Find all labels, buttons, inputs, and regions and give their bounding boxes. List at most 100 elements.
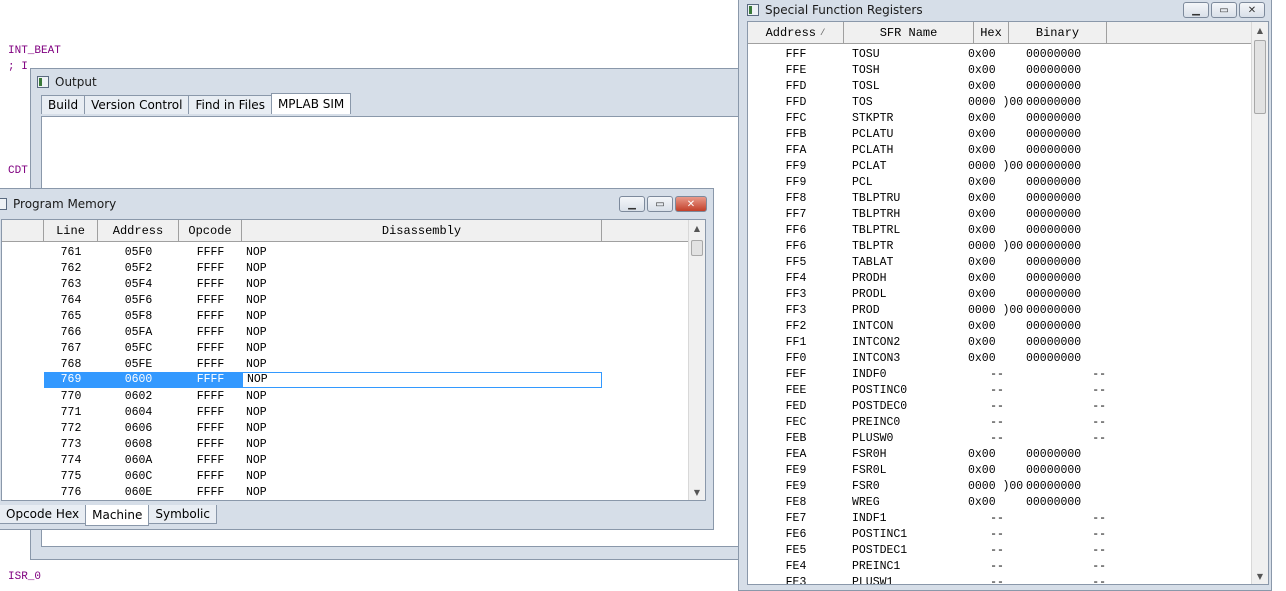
table-row[interactable]: FF9 PCLAT 0000 )00 00000000	[748, 158, 1248, 174]
table-row[interactable]: FE7 INDF1 -- --	[748, 510, 1248, 526]
minimize-button[interactable]: ▁	[1183, 2, 1209, 18]
sfr-name-cell: PLUSW0	[852, 431, 894, 445]
table-row[interactable]: FF5 TABLAT 0x00 00000000	[748, 254, 1248, 270]
table-row[interactable]: 769 0600 FFFF NOP	[2, 372, 692, 388]
table-row[interactable]: FF7 TBLPTRH 0x00 00000000	[748, 206, 1248, 222]
table-row[interactable]: FED POSTDEC0 -- --	[748, 398, 1248, 414]
table-row[interactable]: FEC PREINC0 -- --	[748, 414, 1248, 430]
table-row[interactable]: 768 05FE FFFF NOP	[2, 356, 692, 372]
vertical-scrollbar[interactable]: ▲ ▼	[688, 220, 705, 500]
table-row[interactable]: 772 0606 FFFF NOP	[2, 420, 692, 436]
table-row[interactable]: FF2 INTCON 0x00 00000000	[748, 318, 1248, 334]
table-row[interactable]: 776 060E FFFF NOP	[2, 484, 692, 500]
table-row[interactable]: FF9 PCL 0x00 00000000	[748, 174, 1248, 190]
table-row[interactable]: 771 0604 FFFF NOP	[2, 404, 692, 420]
program-memory-titlebar[interactable]: Program Memory	[0, 193, 713, 215]
table-row[interactable]: 775 060C FFFF NOP	[2, 468, 692, 484]
binary-cell: 00000000	[1026, 143, 1082, 157]
table-row[interactable]: FF8 TBLPTRU 0x00 00000000	[748, 190, 1248, 206]
address-cell: FF3	[785, 287, 807, 301]
table-row[interactable]: FFD TOS 0000 )00 00000000	[748, 94, 1248, 110]
close-button[interactable]: ✕	[675, 196, 707, 212]
maximize-button[interactable]: ▭	[1211, 2, 1237, 18]
table-row[interactable]: 761 05F0 FFFF NOP	[2, 244, 692, 260]
address-cell: 05FC	[124, 341, 153, 355]
program-memory-grid[interactable]: Line Address Opcode Disassembly 761 05F0 F…	[1, 219, 706, 501]
hex-cell: 0x00	[968, 447, 996, 461]
close-button[interactable]: ✕	[1239, 2, 1265, 18]
table-row[interactable]: FE9 FSR0L 0x00 00000000	[748, 462, 1248, 478]
sfr-name-cell: FSR0H	[852, 447, 887, 461]
scroll-thumb[interactable]	[691, 240, 703, 256]
line-cell: 762	[60, 261, 82, 275]
column-header-line[interactable]: Line	[44, 220, 98, 241]
window-icon	[747, 4, 759, 16]
table-row[interactable]: FFB PCLATU 0x00 00000000	[748, 126, 1248, 142]
binary-cell: 00000000	[1026, 271, 1082, 285]
tab-machine[interactable]: Machine	[85, 505, 150, 526]
address-cell: FF0	[785, 351, 807, 365]
table-row[interactable]: FE5 POSTDEC1 -- --	[748, 542, 1248, 558]
scroll-up-arrow[interactable]: ▲	[1252, 22, 1268, 38]
scroll-down-arrow[interactable]: ▼	[1252, 568, 1268, 584]
column-header-address[interactable]: Address /	[748, 22, 844, 43]
tab-symbolic[interactable]: Symbolic	[148, 505, 217, 524]
column-header-address[interactable]: Address	[98, 220, 179, 241]
table-row[interactable]: FE6 POSTINC1 -- --	[748, 526, 1248, 542]
column-header-disassembly[interactable]: Disassembly	[242, 220, 602, 241]
output-titlebar[interactable]: Output	[31, 71, 739, 93]
table-row[interactable]: FF3 PROD 0000 )00 00000000	[748, 302, 1248, 318]
table-row[interactable]: FE9 FSR0 0000 )00 00000000	[748, 478, 1248, 494]
output-tabs: Build Version Control Find in Files MPLA…	[41, 93, 352, 114]
table-row[interactable]: FF6 TBLPTR 0000 )00 00000000	[748, 238, 1248, 254]
table-row[interactable]: 773 0608 FFFF NOP	[2, 436, 692, 452]
tab-mplab-sim[interactable]: MPLAB SIM	[270, 93, 352, 114]
editor-line: ISR_0	[8, 571, 42, 583]
sfr-name-cell: POSTINC1	[852, 527, 908, 541]
table-row[interactable]: FF4 PRODH 0x00 00000000	[748, 270, 1248, 286]
table-row[interactable]: FF1 INTCON2 0x00 00000000	[748, 334, 1248, 350]
table-row[interactable]: FE4 PREINC1 -- --	[748, 558, 1248, 574]
table-row[interactable]: 767 05FC FFFF NOP	[2, 340, 692, 356]
sfr-grid[interactable]: Address / SFR Name Hex Binary FFF TOSU 0x0…	[747, 21, 1269, 585]
sfr-name-cell: PROD	[852, 303, 880, 317]
tab-find-in-files[interactable]: Find in Files	[188, 95, 272, 114]
column-header-binary[interactable]: Binary	[1009, 22, 1107, 43]
minimize-button[interactable]: ▁	[619, 196, 645, 212]
table-row[interactable]: 765 05F8 FFFF NOP	[2, 308, 692, 324]
table-row[interactable]: FE8 WREG 0x00 00000000	[748, 494, 1248, 510]
table-row[interactable]: 764 05F6 FFFF NOP	[2, 292, 692, 308]
sfr-name-cell: PREINC1	[852, 559, 901, 573]
tab-version-control[interactable]: Version Control	[84, 95, 190, 114]
table-row[interactable]: FE3 PLUSW1 -- --	[748, 574, 1248, 585]
table-row[interactable]: FFD TOSL 0x00 00000000	[748, 78, 1248, 94]
column-header-hex[interactable]: Hex	[974, 22, 1009, 43]
table-row[interactable]: 774 060A FFFF NOP	[2, 452, 692, 468]
table-row[interactable]: FEE POSTINC0 -- --	[748, 382, 1248, 398]
scroll-thumb[interactable]	[1254, 40, 1266, 114]
scroll-down-arrow[interactable]: ▼	[689, 484, 705, 500]
table-row[interactable]: 763 05F4 FFFF NOP	[2, 276, 692, 292]
table-row[interactable]: FFF TOSU 0x00 00000000	[748, 46, 1248, 62]
sfr-name-cell: INTCON3	[852, 351, 901, 365]
table-row[interactable]: FFE TOSH 0x00 00000000	[748, 62, 1248, 78]
column-header-sfr-name[interactable]: SFR Name	[844, 22, 974, 43]
column-header-opcode[interactable]: Opcode	[179, 220, 242, 241]
table-row[interactable]: 762 05F2 FFFF NOP	[2, 260, 692, 276]
table-row[interactable]: FEF INDF0 -- --	[748, 366, 1248, 382]
table-row[interactable]: FEA FSR0H 0x00 00000000	[748, 446, 1248, 462]
scroll-up-arrow[interactable]: ▲	[689, 220, 705, 236]
table-row[interactable]: FF3 PRODL 0x00 00000000	[748, 286, 1248, 302]
table-row[interactable]: FEB PLUSW0 -- --	[748, 430, 1248, 446]
tab-build[interactable]: Build	[41, 95, 86, 114]
maximize-button[interactable]: ▭	[647, 196, 673, 212]
disassembly-cell: NOP	[246, 357, 267, 371]
table-row[interactable]: 766 05FA FFFF NOP	[2, 324, 692, 340]
vertical-scrollbar[interactable]: ▲ ▼	[1251, 22, 1268, 584]
tab-opcode-hex[interactable]: Opcode Hex	[0, 505, 87, 524]
table-row[interactable]: FF0 INTCON3 0x00 00000000	[748, 350, 1248, 366]
table-row[interactable]: FF6 TBLPTRL 0x00 00000000	[748, 222, 1248, 238]
table-row[interactable]: FFA PCLATH 0x00 00000000	[748, 142, 1248, 158]
table-row[interactable]: FFC STKPTR 0x00 00000000	[748, 110, 1248, 126]
table-row[interactable]: 770 0602 FFFF NOP	[2, 388, 692, 404]
